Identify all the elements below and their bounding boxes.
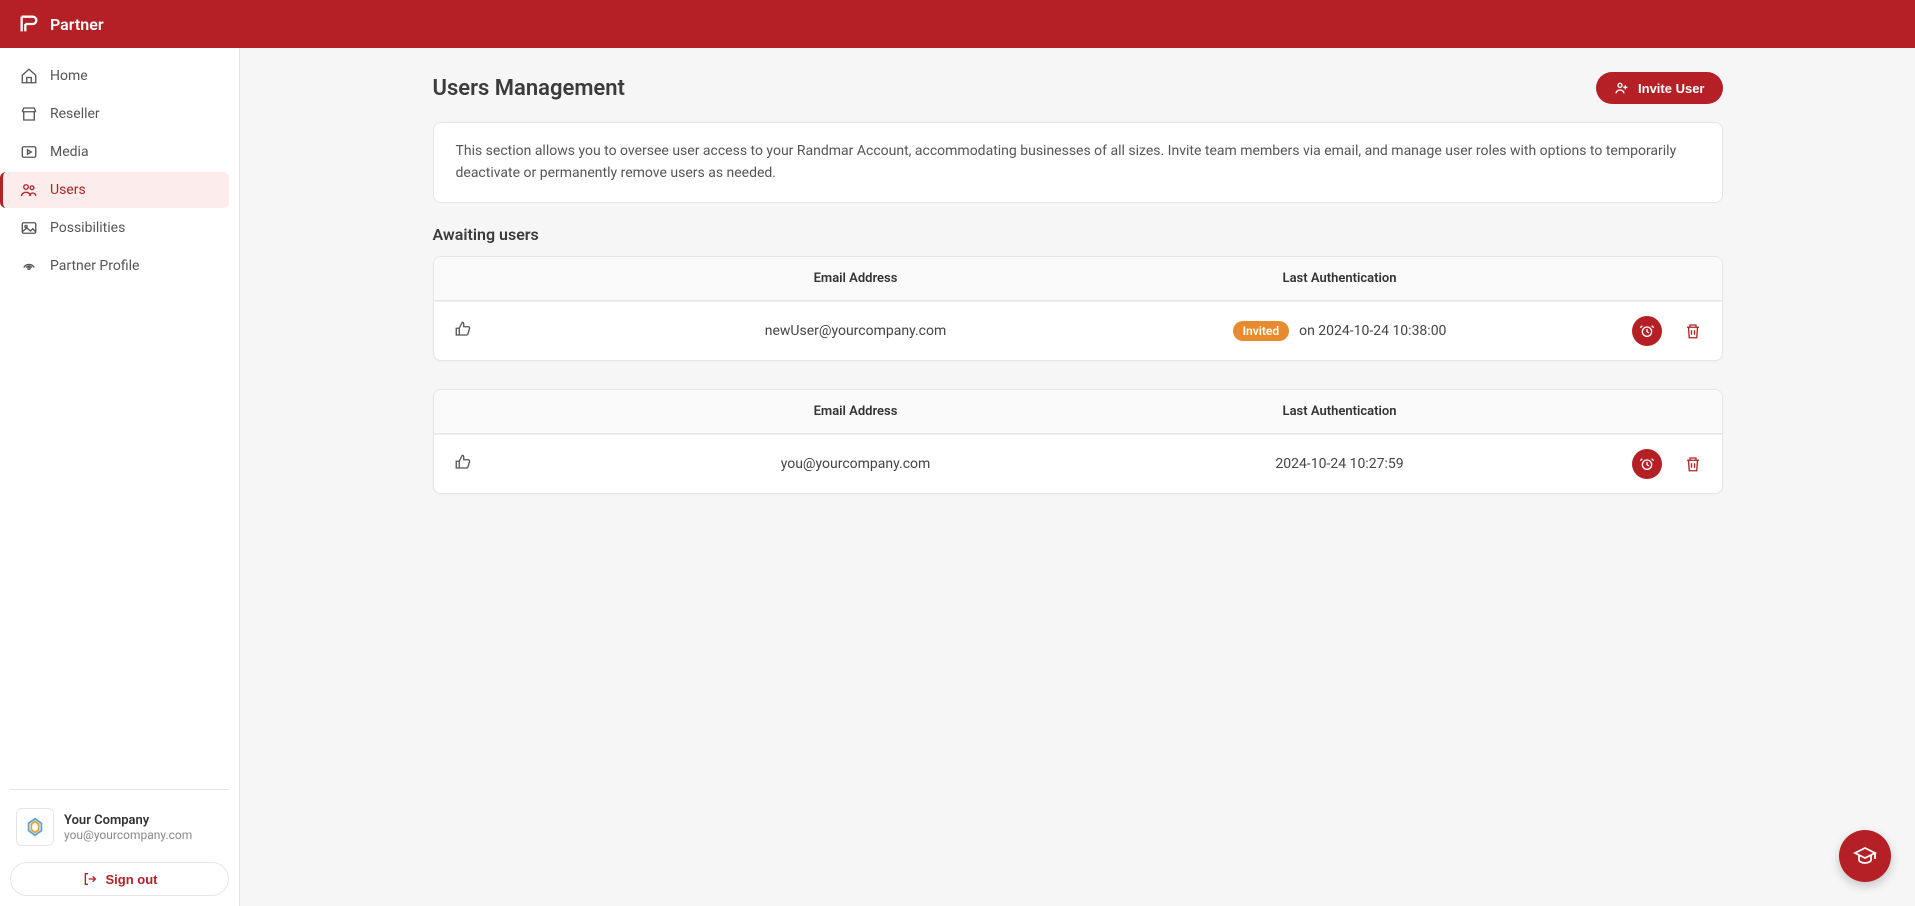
help-fab[interactable] [1839,830,1891,882]
broadcast-icon [20,257,38,275]
top-header: Partner [0,0,1915,48]
invite-user-label: Invite User [1638,81,1704,96]
approve-cell [454,320,614,342]
sign-out-label: Sign out [106,872,158,887]
sidebar-item-label: Partner Profile [50,258,139,274]
last-auth-text: 2024-10-24 10:27:59 [1275,456,1403,472]
sidebar: Home Reseller Media Users Possibilities … [0,48,240,906]
company-logo [16,808,54,846]
sidebar-item-partner-profile[interactable]: Partner Profile [10,248,229,284]
cell-last-auth: 2024-10-24 10:27:59 [1098,456,1582,472]
invited-badge: Invited [1233,321,1290,341]
sidebar-item-home[interactable]: Home [10,58,229,94]
sign-out-icon [82,871,98,887]
remind-button[interactable] [1632,316,1662,346]
company-email: you@yourcompany.com [64,828,192,842]
active-users-table: Email Address Last Authentication you@yo… [433,389,1723,494]
sidebar-item-reseller[interactable]: Reseller [10,96,229,132]
approve-cell [454,453,614,475]
col-email: Email Address [614,271,1098,286]
sidebar-footer: Your Company you@yourcompany.com Sign ou… [10,789,229,896]
table-header: Email Address Last Authentication [434,257,1722,301]
last-auth-text: on 2024-10-24 10:38:00 [1299,323,1446,339]
sidebar-item-label: Reseller [50,106,100,122]
alarm-icon [1639,323,1655,339]
store-icon [20,105,38,123]
col-email: Email Address [614,404,1098,419]
company-card[interactable]: Your Company you@yourcompany.com [10,802,229,852]
graduation-cap-icon [1853,844,1877,868]
sidebar-nav: Home Reseller Media Users Possibilities … [10,58,229,789]
remind-button[interactable] [1632,449,1662,479]
sidebar-item-possibilities[interactable]: Possibilities [10,210,229,246]
sidebar-item-label: Home [50,68,88,84]
sidebar-item-users[interactable]: Users [0,172,229,208]
col-last-auth: Last Authentication [1098,404,1582,419]
trash-icon [1684,322,1702,340]
sidebar-item-label: Possibilities [50,220,125,236]
sidebar-item-media[interactable]: Media [10,134,229,170]
page-title: Users Management [433,76,625,101]
company-name: Your Company [64,813,192,828]
sidebar-item-label: Media [50,144,89,160]
sidebar-item-label: Users [50,182,86,198]
info-card: This section allows you to oversee user … [433,122,1723,203]
cell-last-auth: Invited on 2024-10-24 10:38:00 [1098,321,1582,341]
cell-email: newUser@yourcompany.com [614,323,1098,339]
user-plus-icon [1614,80,1630,96]
thumbs-up-icon [454,453,472,471]
cell-email: you@yourcompany.com [614,456,1098,472]
row-actions [1582,316,1702,346]
page-header: Users Management Invite User [433,72,1723,104]
sign-out-button[interactable]: Sign out [10,862,229,896]
brand-name: Partner [50,15,104,34]
brand-logo[interactable]: Partner [18,13,104,35]
main-content: Users Management Invite User This sectio… [240,48,1915,906]
awaiting-users-title: Awaiting users [433,225,1723,244]
delete-button[interactable] [1684,455,1702,473]
image-icon [20,219,38,237]
col-last-auth: Last Authentication [1098,271,1582,286]
logo-icon [18,13,40,35]
table-header: Email Address Last Authentication [434,390,1722,434]
media-icon [20,143,38,161]
table-row: you@yourcompany.com 2024-10-24 10:27:59 [434,434,1722,493]
home-icon [20,67,38,85]
thumbs-up-icon [454,320,472,338]
table-row: newUser@yourcompany.com Invited on 2024-… [434,301,1722,360]
trash-icon [1684,455,1702,473]
users-icon [20,181,38,199]
company-logo-icon [24,816,46,838]
alarm-icon [1639,456,1655,472]
info-text: This section allows you to oversee user … [456,143,1677,181]
invite-user-button[interactable]: Invite User [1596,72,1722,104]
delete-button[interactable] [1684,322,1702,340]
awaiting-users-table: Email Address Last Authentication newUse… [433,256,1723,361]
row-actions [1582,449,1702,479]
